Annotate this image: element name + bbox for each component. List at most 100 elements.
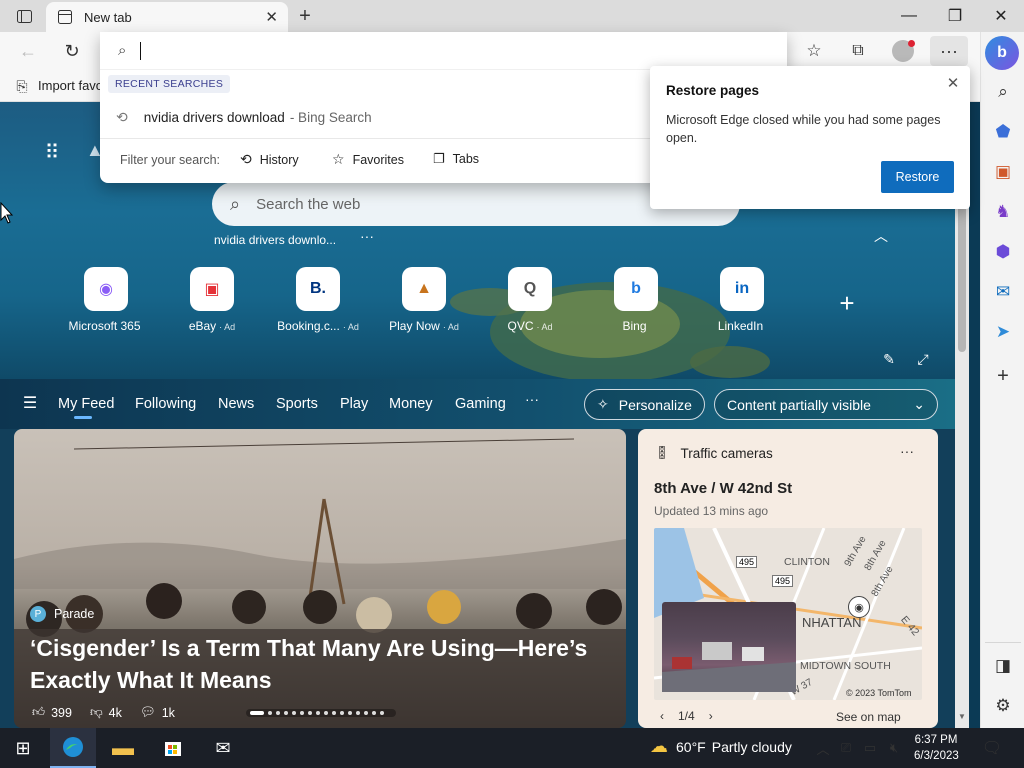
edit-background-icon[interactable]: ✎ — [880, 350, 898, 368]
carousel-dot[interactable] — [292, 711, 296, 715]
mail-icon[interactable]: ✉ — [200, 728, 246, 768]
sidebar-search-icon[interactable]: ⌕ — [981, 74, 1024, 110]
weather-widget[interactable]: ☁ 60°F Partly cloudy — [650, 736, 792, 757]
like-icon[interactable]: 👍︎ — [32, 705, 45, 720]
see-on-map-link[interactable]: See on map — [836, 710, 901, 724]
games-chess-icon[interactable]: ♞ — [981, 194, 1024, 230]
import-icon[interactable]: ⎘ — [12, 76, 32, 96]
filter-favorites-button[interactable]: ☆ Favorites — [332, 151, 404, 168]
restore-window-button[interactable]: ❐ — [932, 0, 978, 32]
hero-story-card[interactable]: P Parade ‘Cisgender’ Is a Term That Many… — [14, 429, 626, 728]
carousel-dot[interactable] — [276, 711, 280, 715]
quick-link-tile[interactable]: in LinkedIn — [692, 267, 792, 333]
quick-link-tile[interactable]: Q QVC · Ad — [480, 267, 580, 333]
traffic-map[interactable]: CLINTON 9th Ave 8th Ave 8th Ave 495 495 … — [654, 528, 922, 700]
camera-pin-icon[interactable]: ◉ — [848, 596, 870, 618]
tab-actions-icon[interactable] — [10, 6, 38, 26]
bing-chat-icon[interactable]: b — [985, 36, 1019, 70]
carousel-dot[interactable] — [268, 711, 272, 715]
drop-send-icon[interactable]: ➤ — [981, 314, 1024, 350]
more-options-button[interactable]: ··· — [930, 36, 968, 66]
expand-icon[interactable]: ⤢ — [914, 350, 932, 368]
scroll-down-arrow-icon[interactable]: ▼ — [958, 712, 966, 721]
traffic-more-icon[interactable]: ··· — [900, 443, 914, 459]
carousel-dot[interactable] — [348, 711, 352, 715]
carousel-dot[interactable] — [356, 711, 360, 715]
story-headline[interactable]: ‘Cisgender’ Is a Term That Many Are Usin… — [30, 632, 610, 696]
add-quick-link-button[interactable]: + — [834, 288, 860, 318]
prev-camera-icon[interactable]: ‹ — [660, 709, 664, 723]
collapse-chevron-icon[interactable]: ︿ — [874, 226, 888, 246]
windows-start-icon[interactable]: ⊞ — [0, 728, 46, 768]
carousel-dot[interactable] — [380, 711, 384, 715]
carousel-dot[interactable] — [340, 711, 344, 715]
nav-item-play[interactable]: Play — [340, 395, 368, 413]
carousel-dot[interactable] — [308, 711, 312, 715]
microsoft365-icon[interactable]: ⬢ — [981, 234, 1024, 270]
import-favorites-link[interactable]: Import favo — [38, 78, 103, 93]
quick-link-tile[interactable]: B. Booking.c... · Ad — [268, 267, 368, 333]
camera-image — [662, 642, 796, 692]
nav-more-icon[interactable]: ··· — [525, 391, 539, 407]
notifications-icon[interactable]: 🗨︎ — [980, 736, 1004, 760]
filter-tabs-button[interactable]: ❐ Tabs — [433, 151, 479, 167]
volume-muted-icon[interactable]: 🔇︎ — [885, 738, 903, 758]
refresh-icon[interactable]: ↻ — [60, 40, 84, 62]
filter-history-button[interactable]: ⟲ History — [240, 151, 299, 168]
nav-item-following[interactable]: Following — [135, 395, 196, 413]
collections-icon[interactable]: ⧉ — [846, 40, 870, 62]
carousel-dot[interactable] — [332, 711, 336, 715]
carousel-dot[interactable] — [250, 711, 264, 715]
close-popup-icon[interactable]: ✕ — [942, 72, 964, 94]
recent-chip-more-icon[interactable]: ··· — [360, 228, 374, 244]
sidebar-settings-gear-icon[interactable]: ⚙ — [981, 688, 1024, 724]
carousel-dot[interactable] — [284, 711, 288, 715]
next-camera-icon[interactable]: › — [709, 709, 713, 723]
quick-link-tile[interactable]: b Bing — [586, 267, 686, 333]
feed-menu-icon[interactable]: ☰ — [20, 393, 40, 413]
quick-link-tile[interactable]: ▣ eBay · Ad — [162, 267, 262, 333]
nav-item-gaming[interactable]: Gaming — [455, 395, 506, 413]
nav-item-news[interactable]: News — [218, 395, 254, 413]
carousel-dot[interactable] — [324, 711, 328, 715]
restore-button[interactable]: Restore — [881, 161, 954, 193]
taskbar-clock[interactable]: 6:37 PM 6/3/2023 — [914, 732, 959, 764]
traffic-camera-snapshot[interactable] — [662, 602, 796, 692]
back-arrow-icon[interactable]: ← — [16, 40, 40, 62]
hide-sidebar-icon[interactable]: ◨ — [981, 648, 1024, 684]
edge-taskbar-icon[interactable] — [50, 728, 96, 768]
carousel-pager[interactable] — [246, 709, 396, 717]
traffic-light-icon: 🚦︎ — [654, 445, 671, 460]
carousel-dot[interactable] — [364, 711, 368, 715]
microsoft-store-icon[interactable] — [150, 728, 196, 768]
close-tab-icon[interactable]: ✕ — [265, 8, 278, 26]
comment-icon[interactable]: 💬︎ — [140, 705, 156, 720]
quick-link-tile[interactable]: ◉ Microsoft 365 — [56, 267, 156, 333]
content-visibility-dropdown[interactable]: Content partially visible ⌄ — [714, 389, 938, 420]
new-tab-button[interactable]: + — [292, 4, 318, 28]
network-icon[interactable]: ▭ — [861, 738, 879, 758]
file-explorer-icon[interactable]: ▬ — [100, 728, 146, 768]
nav-item-sports[interactable]: Sports — [276, 395, 318, 413]
outlook-icon[interactable]: ✉ — [981, 274, 1024, 310]
dislike-icon[interactable]: 👎︎ — [90, 705, 103, 720]
close-window-button[interactable]: ✕ — [978, 0, 1024, 32]
sidebar-add-icon[interactable]: + — [981, 358, 1024, 394]
tools-briefcase-icon[interactable]: ▣ — [981, 154, 1024, 190]
carousel-dot[interactable] — [316, 711, 320, 715]
address-input[interactable]: ⌕ — [100, 32, 787, 70]
quick-link-tile[interactable]: ▲ Play Now · Ad — [374, 267, 474, 333]
shopping-tag-icon[interactable]: ⬟ — [981, 114, 1024, 150]
show-hidden-icons-chevron-icon[interactable]: ︿ — [815, 738, 831, 758]
meet-now-icon[interactable]: ⎚ — [837, 738, 855, 758]
personalize-button[interactable]: ✧ Personalize — [584, 389, 705, 420]
nav-item-money[interactable]: Money — [389, 395, 433, 413]
minimize-button[interactable]: — — [886, 0, 932, 32]
favorites-star-icon[interactable]: ☆ — [802, 40, 826, 62]
apps-grid-icon[interactable]: ⠿ — [40, 140, 64, 164]
nav-item-my-feed[interactable]: My Feed — [58, 395, 114, 413]
carousel-dot[interactable] — [300, 711, 304, 715]
recent-search-chip[interactable]: nvidia drivers downlo... — [214, 233, 336, 247]
tab-new-tab[interactable]: New tab ✕ — [46, 2, 288, 32]
carousel-dot[interactable] — [372, 711, 376, 715]
